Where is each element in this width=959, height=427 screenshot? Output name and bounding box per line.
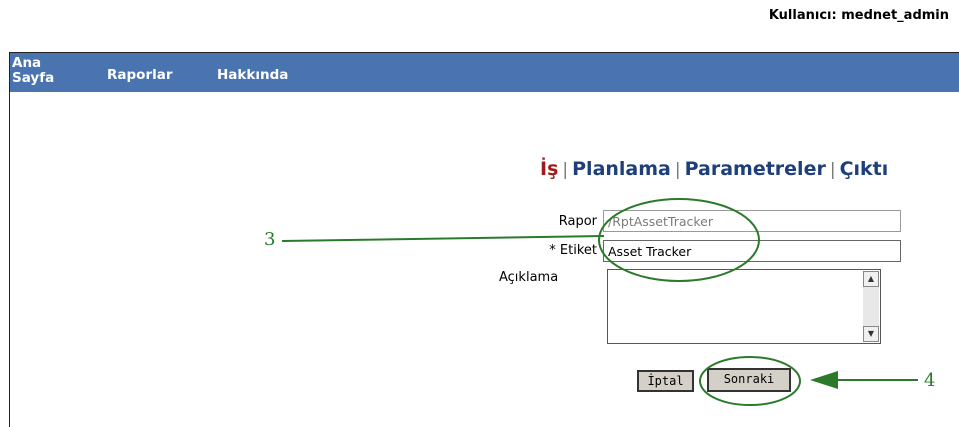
annotation-overlay	[281, 198, 918, 406]
callout-3-ellipse	[598, 198, 760, 282]
callout-4-arrowhead	[810, 371, 838, 389]
callout-4-ellipse	[699, 356, 801, 406]
callout-4-number: 4	[924, 370, 936, 391]
callout-3-line	[281, 235, 605, 242]
callout-3-number: 3	[264, 229, 276, 250]
